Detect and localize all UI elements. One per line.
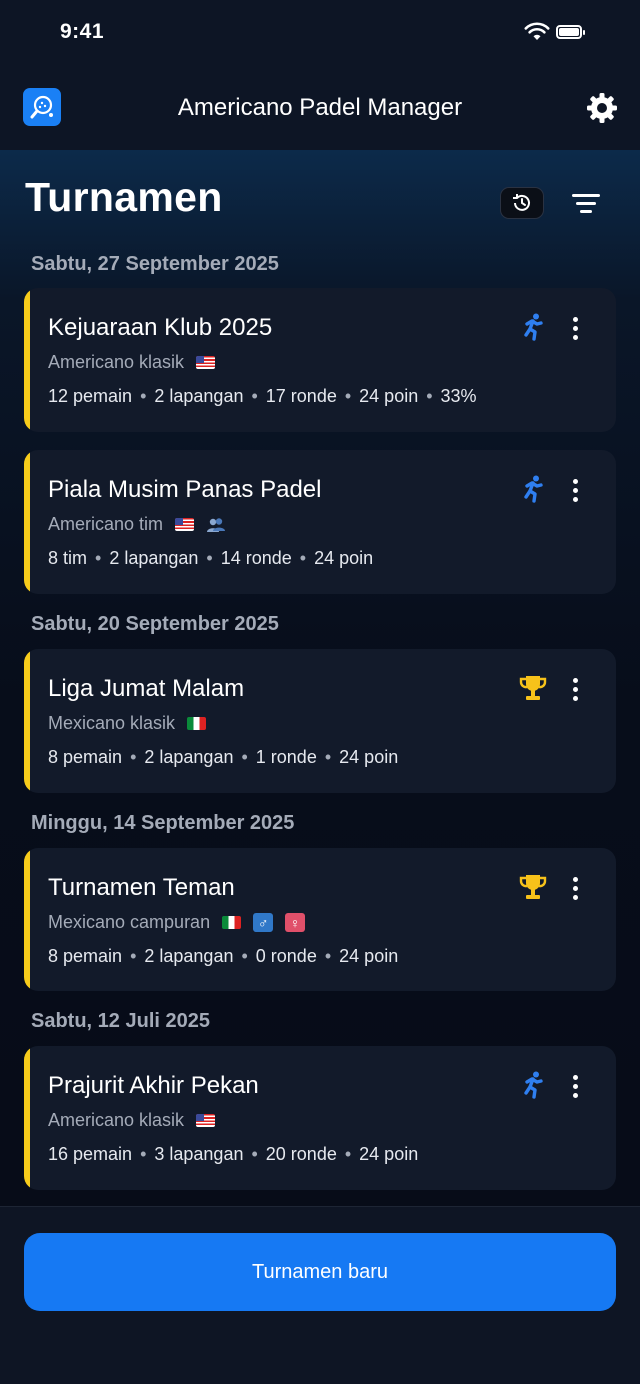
card-meta: 8 pemain • 2 lapangan • 0 ronde • 24 poin <box>48 946 399 966</box>
meta-rounds: 0 ronde <box>255 946 317 966</box>
female-icon: ♀ <box>285 913 306 932</box>
history-button[interactable] <box>500 187 544 219</box>
screen: 9:41 Americano Padel Manager Turnamen Sa… <box>0 0 640 1384</box>
card-title: Piala Musim Panas Padel <box>48 476 322 503</box>
meta-points: 24 poin <box>339 747 399 767</box>
more-options-icon[interactable] <box>564 1070 586 1102</box>
tournament-card[interactable]: Piala Musim Panas Padel Americano tim 8 … <box>24 450 616 594</box>
card-title: Liga Jumat Malam <box>48 675 245 702</box>
meta-rounds: 1 ronde <box>255 747 317 767</box>
date-header: Sabtu, 27 September 2025 <box>31 253 279 275</box>
history-icon <box>513 194 530 211</box>
tournament-card[interactable]: Prajurit Akhir Pekan Americano klasik 16… <box>24 1046 616 1190</box>
mx-flag-icon <box>222 916 242 929</box>
meta-courts: 3 lapangan <box>154 1144 244 1164</box>
card-accent <box>24 1046 30 1190</box>
format-label: Americano tim <box>48 514 164 534</box>
page-title: Turnamen <box>25 174 223 220</box>
format-label: Americano klasik <box>48 1110 185 1130</box>
status-bar: 9:41 <box>0 0 640 66</box>
running-person-icon <box>524 313 543 341</box>
us-flag-icon <box>175 518 195 531</box>
meta-points: 24 poin <box>339 946 399 966</box>
card-title: Turnamen Teman <box>48 874 235 901</box>
more-options-icon[interactable] <box>564 673 586 705</box>
bottom-bar: Turnamen baru <box>0 1206 640 1384</box>
tournament-card[interactable]: Liga Jumat Malam Mexicano klasik 8 pemai… <box>24 649 616 793</box>
date-header: Sabtu, 20 September 2025 <box>31 613 279 635</box>
card-format: Mexicano klasik <box>48 713 207 734</box>
running-person-icon <box>524 1071 543 1099</box>
team-icon <box>207 517 226 532</box>
meta-courts: 2 lapangan <box>154 386 244 406</box>
wifi-icon <box>524 22 550 40</box>
more-options-icon[interactable] <box>564 474 586 506</box>
us-flag-icon <box>196 1114 216 1127</box>
tournament-card[interactable]: Kejuaraan Klub 2025 Americano klasik 12 … <box>24 288 616 432</box>
trophy-icon <box>519 676 547 700</box>
male-icon: ♂ <box>253 913 274 932</box>
date-header: Sabtu, 12 Juli 2025 <box>31 1010 210 1032</box>
format-label: Mexicano klasik <box>48 713 176 733</box>
meta-points: 24 poin <box>359 1144 419 1164</box>
new-tournament-button[interactable]: Turnamen baru <box>24 1233 616 1311</box>
meta-progress: 33% <box>440 386 477 406</box>
card-format: Americano klasik <box>48 1110 216 1131</box>
more-options-icon[interactable] <box>564 312 586 344</box>
meta-courts: 2 lapangan <box>144 747 234 767</box>
mx-flag-icon <box>187 717 207 730</box>
app-bar: Americano Padel Manager <box>0 66 640 150</box>
card-meta: 8 tim • 2 lapangan • 14 ronde • 24 poin <box>48 548 374 568</box>
meta-players: 16 pemain <box>48 1144 133 1164</box>
meta-points: 24 poin <box>314 548 374 568</box>
card-accent <box>24 450 30 594</box>
meta-rounds: 20 ronde <box>265 1144 337 1164</box>
card-format: Americano klasik <box>48 352 216 373</box>
meta-players: 12 pemain <box>48 386 133 406</box>
card-accent <box>24 649 30 793</box>
meta-players: 8 pemain <box>48 946 123 966</box>
gear-icon[interactable] <box>584 90 620 126</box>
meta-rounds: 17 ronde <box>265 386 337 406</box>
card-format: Mexicano campuran ♂ ♀ <box>48 912 306 933</box>
card-title: Kejuaraan Klub 2025 <box>48 314 273 341</box>
format-label: Mexicano campuran <box>48 912 211 932</box>
trophy-icon <box>519 875 547 899</box>
status-time: 9:41 <box>60 20 105 43</box>
card-format: Americano tim <box>48 514 226 535</box>
card-accent <box>24 288 30 432</box>
meta-teams: 8 tim <box>48 548 88 568</box>
filter-button[interactable] <box>566 186 606 220</box>
meta-courts: 2 lapangan <box>144 946 234 966</box>
card-meta: 12 pemain • 2 lapangan • 17 ronde • 24 poin • 33… <box>48 386 477 406</box>
meta-players: 8 pemain <box>48 747 123 767</box>
battery-icon <box>556 25 585 39</box>
us-flag-icon <box>196 356 216 369</box>
format-label: Americano klasik <box>48 352 185 372</box>
app-title: Americano Padel Manager <box>177 94 463 121</box>
card-title: Prajurit Akhir Pekan <box>48 1072 259 1099</box>
card-accent <box>24 848 30 991</box>
more-options-icon[interactable] <box>564 872 586 904</box>
tournament-card[interactable]: Turnamen Teman Mexicano campuran ♂ ♀ 8 p… <box>24 848 616 991</box>
meta-points: 24 poin <box>359 386 419 406</box>
meta-courts: 2 lapangan <box>109 548 199 568</box>
card-meta: 16 pemain • 3 lapangan • 20 ronde • 24 poin <box>48 1144 419 1164</box>
meta-rounds: 14 ronde <box>220 548 292 568</box>
running-person-icon <box>524 475 543 503</box>
card-meta: 8 pemain • 2 lapangan • 1 ronde • 24 poin <box>48 747 399 767</box>
date-header: Minggu, 14 September 2025 <box>31 812 295 834</box>
